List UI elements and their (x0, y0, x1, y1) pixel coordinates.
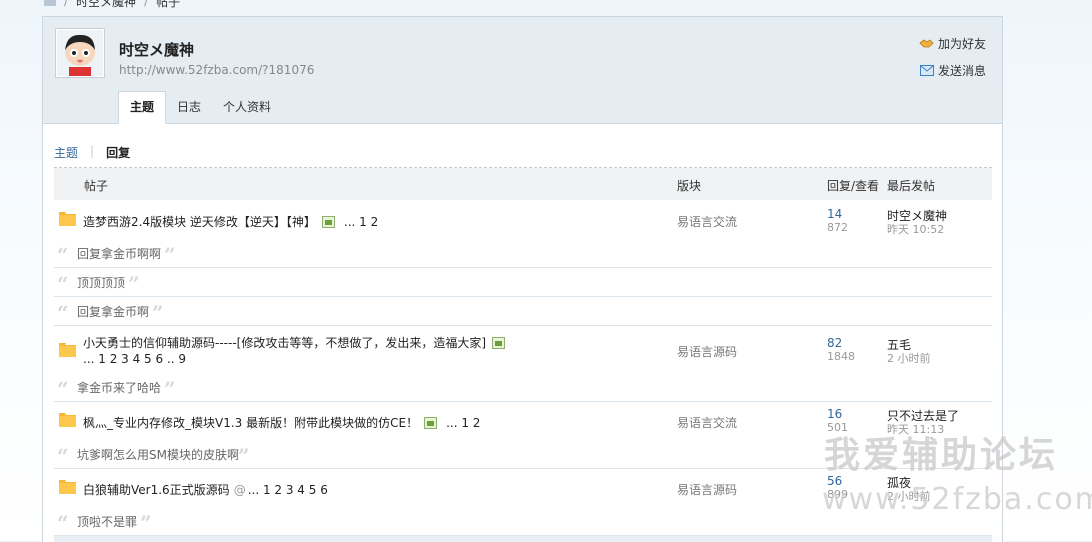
table-row: 小天勇士的信仰辅助源码-----[修改攻击等等，不想做了，发出来，造福大家] .… (54, 326, 992, 372)
thread-replies[interactable]: 82 (827, 336, 842, 350)
reply-quote: “ 回复拿金币啊 ” (54, 296, 992, 326)
avatar[interactable] (55, 28, 105, 78)
close-quote-icon: ” (152, 301, 164, 325)
open-quote-icon: “ (57, 272, 69, 296)
reply-text[interactable]: 坑爹啊怎么用SM模块的皮肤啊 (77, 446, 239, 463)
thread-title[interactable]: 小天勇士的信仰辅助源码-----[修改攻击等等，不想做了，发出来，造福大家] (83, 336, 486, 350)
header-replies-views: 回复/查看 (827, 179, 880, 193)
open-quote-icon: “ (57, 243, 69, 267)
header-post: 帖子 (84, 179, 109, 193)
thread-pages[interactable]: ... 1 2 3 4 5 6 (248, 483, 328, 497)
thread-title[interactable]: 白狼辅助Ver1.6正式版源码 (83, 483, 230, 497)
table-header: 帖子 版块 回复/查看 最后发帖 (54, 168, 992, 200)
thread-forum[interactable]: 易语言交流 (677, 414, 737, 431)
envelope-icon (919, 65, 934, 76)
breadcrumb-user[interactable]: 时空メ魔神 (76, 0, 136, 10)
thread-forum[interactable]: 易语言源码 (677, 343, 737, 360)
add-friend-label: 加为好友 (937, 37, 986, 51)
thread-forum[interactable]: 易语言交流 (677, 213, 737, 230)
thread-title[interactable]: 枫灬_专业内存修改_模块V1.3 最新版！附带此模块做的仿CE！ (83, 416, 418, 430)
thread-views: 1848 (827, 350, 855, 363)
handshake-icon (919, 39, 934, 48)
user-url[interactable]: http://www.52fzba.com/?181076 (119, 63, 314, 77)
open-quote-icon: “ (57, 377, 69, 401)
reply-quote: “ 顶顶顶顶 ” (54, 267, 992, 297)
watermark-url: www.52fzba.com (822, 482, 1092, 517)
open-quote-icon: “ (57, 301, 69, 325)
watermark-logo: 我爱辅助论坛 (824, 435, 1059, 476)
add-friend-button[interactable]: 加为好友 (919, 35, 986, 52)
image-attachment-icon (424, 417, 438, 429)
thread-views: 872 (827, 221, 848, 234)
close-quote-icon: ” (238, 444, 250, 468)
breadcrumb: / 时空メ魔神 / 帖子 (44, 0, 181, 10)
row-separator (54, 536, 992, 542)
subnav-replies[interactable]: 回复 (106, 144, 130, 161)
reply-text[interactable]: 顶啦不是罪 (77, 513, 137, 530)
thread-forum[interactable]: 易语言源码 (677, 481, 737, 498)
last-post-time[interactable]: 昨天 10:52 (887, 221, 944, 237)
subnav-divider: | (90, 144, 95, 158)
breadcrumb-current: 帖子 (156, 0, 181, 9)
folder-icon (59, 343, 76, 357)
attachment-clip-icon: @ (233, 483, 246, 497)
thread-replies[interactable]: 14 (827, 207, 842, 221)
reply-text[interactable]: 拿金币来了哈哈 (77, 379, 161, 396)
subnav-topics[interactable]: 主题 (54, 144, 78, 161)
reply-text[interactable]: 回复拿金币啊 (77, 303, 149, 320)
tab-topics[interactable]: 主题 (118, 91, 167, 124)
reply-quote: “ 回复拿金币啊啊 ” (54, 238, 992, 268)
folder-icon (59, 480, 76, 494)
image-attachment-icon (492, 337, 506, 349)
header-last-post: 最后发帖 (887, 179, 936, 193)
open-quote-icon: “ (57, 444, 69, 468)
last-post-time[interactable]: 2 小时前 (887, 350, 931, 366)
close-quote-icon: ” (128, 272, 140, 296)
thread-pages[interactable]: ... 1 2 (344, 215, 378, 229)
image-attachment-icon (321, 216, 335, 228)
reply-text[interactable]: 顶顶顶顶 (77, 274, 125, 291)
send-message-button[interactable]: 发送消息 (919, 62, 986, 79)
thread-title[interactable]: 造梦西游2.4版模块 逆天修改【逆天】【神】 (83, 215, 316, 229)
thread-pages[interactable]: ... 1 2 3 4 5 6 .. 9 (83, 352, 186, 366)
folder-icon (59, 212, 76, 226)
close-quote-icon: ” (164, 243, 176, 267)
close-quote-icon: ” (140, 511, 152, 535)
send-message-label: 发送消息 (937, 64, 986, 78)
tab-blog[interactable]: 日志 (166, 91, 212, 124)
reply-text[interactable]: 回复拿金币啊啊 (77, 245, 161, 262)
subnav: 主题 | 回复 (54, 144, 130, 161)
home-icon[interactable] (44, 0, 56, 6)
folder-icon (59, 413, 76, 427)
open-quote-icon: “ (57, 511, 69, 535)
user-name: 时空メ魔神 (119, 41, 195, 59)
reply-quote: “ 拿金币来了哈哈 ” (54, 372, 992, 402)
tab-profile[interactable]: 个人资料 (212, 91, 282, 124)
header-forum: 版块 (677, 179, 702, 193)
thread-replies[interactable]: 16 (827, 407, 842, 421)
profile-header: 时空メ魔神 http://www.52fzba.com/?181076 加为好友… (43, 17, 1002, 124)
thread-pages[interactable]: ... 1 2 (446, 416, 480, 430)
profile-tabs: 主题 日志 个人资料 (118, 91, 282, 124)
avatar-icon (57, 30, 103, 76)
close-quote-icon: ” (164, 377, 176, 401)
